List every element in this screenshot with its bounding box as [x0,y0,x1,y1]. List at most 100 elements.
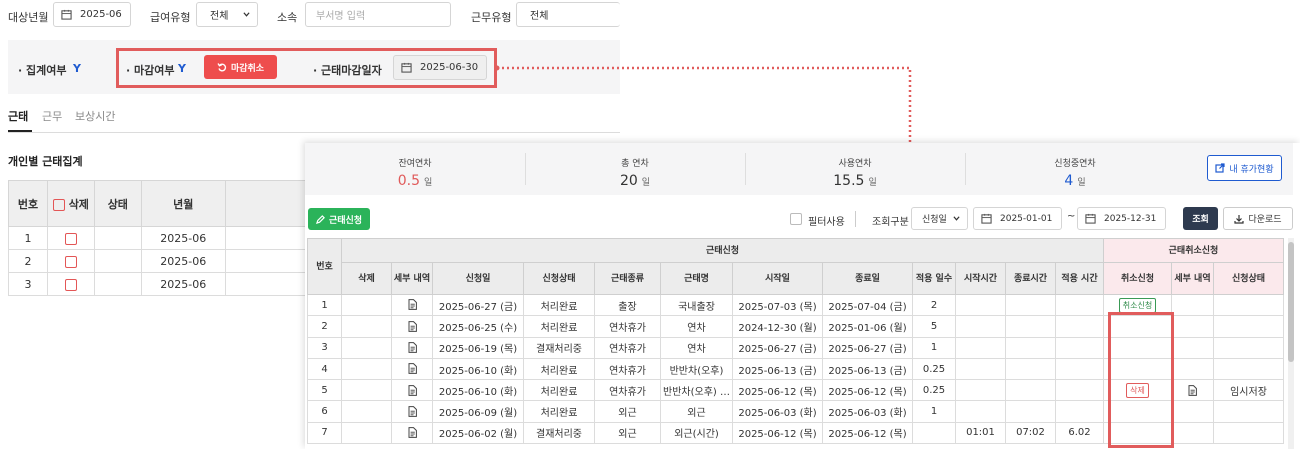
date-to-field[interactable]: 2025-12-31 [1077,207,1166,230]
cell-detail [391,379,433,402]
cell-delete [46,226,95,250]
cell-delete [341,336,392,359]
cell-month: 2025-06 [140,226,226,250]
cell-start-time [955,315,1006,338]
cell-days: 0.25 [912,379,956,402]
summary-pending: 신청중연차 4 일 [1054,159,1096,189]
cell-start-time [955,357,1006,381]
cell-delete [341,421,392,445]
my-leave-status-button[interactable]: 내 휴가현황 [1207,155,1282,181]
summary-remaining-value: 0.5 [397,173,420,189]
cell-no: 2 [8,249,48,273]
summary-used-value: 15.5 [833,173,865,189]
document-icon[interactable] [408,405,417,417]
cell-end-date: 2025-01-06 (월) [822,315,913,338]
filter-checkbox[interactable] [790,213,802,225]
cell-end-time [1005,336,1056,359]
tab-attendance[interactable]: 근태 [8,108,28,124]
summary-used: 사용연차 15.5 일 [833,159,877,189]
cell-start-time [955,336,1006,359]
tab-compensation[interactable]: 보상시간 [75,108,115,124]
cell-no: 4 [307,357,342,381]
cell-type: 출장 [594,293,661,317]
external-link-icon [1215,163,1225,173]
cell-cancel-status [1213,315,1284,338]
cell-start-date: 2025-07-03 (목) [732,293,823,317]
summary-total-value: 20 [619,173,638,189]
cell-cancel-detail [1171,379,1214,402]
cell-month: 2025-06 [140,249,226,273]
col-header-delete: 삭제 [341,262,392,295]
cell-days: 1 [912,400,956,423]
row-checkbox[interactable] [64,232,77,245]
cell-delete [341,400,392,423]
cell-end-date: 2025-06-03 (화) [822,400,913,423]
cell-delete [46,272,95,296]
cell-cancel-detail [1171,293,1214,317]
table-scrollbar[interactable] [1288,238,1294,449]
cell-no: 1 [307,293,342,317]
col-header-days: 적용 일수 [912,262,956,295]
cell-delete [341,293,392,317]
cell-cancel-detail [1171,336,1214,359]
col-header-end-date: 종료일 [822,262,913,295]
date-from-field[interactable]: 2025-01-01 [973,207,1062,230]
cell-cancel-detail [1171,400,1214,423]
document-icon[interactable] [408,299,417,311]
tab-work[interactable]: 근무 [42,108,62,124]
row-checkbox[interactable] [64,255,77,268]
cell-request-status: 처리완료 [523,293,595,317]
cell-end-date: 2025-06-12 (목) [822,379,913,402]
download-button[interactable]: 다운로드 [1223,207,1293,230]
cell-hours [1055,400,1104,423]
cell-end-time: 07:02 [1005,421,1056,445]
toolbar-divider [855,211,856,227]
document-icon[interactable] [408,342,417,353]
document-icon[interactable] [1188,384,1197,396]
cell-request-status: 처리완료 [523,315,595,338]
cell-detail [391,357,433,381]
row-checkbox[interactable] [64,278,77,291]
cell-end-time [1005,379,1056,402]
cell-status [93,226,142,250]
document-icon[interactable] [408,384,417,396]
cell-days [912,421,956,445]
cell-cancel-status [1213,421,1284,445]
cell-start-time: 01:01 [955,421,1006,445]
cell-name: 외근 [660,400,733,423]
cell-request-status: 처리완료 [523,357,595,381]
download-icon [1234,214,1245,224]
col-header-delete: 삭제 [46,180,95,227]
cell-type: 연차휴가 [594,357,661,381]
cell-request-date: 2025-06-25 (수) [432,315,524,338]
apply-attendance-button[interactable]: 근태신청 [308,208,370,230]
cell-delete [341,315,392,338]
cell-month: 2025-06 [140,272,226,296]
document-icon[interactable] [408,427,417,439]
cell-request-date: 2025-06-09 (월) [432,400,524,423]
cell-no: 7 [307,421,342,445]
search-button[interactable]: 조회 [1183,207,1218,230]
query-type-select[interactable]: 신청일 [911,207,968,230]
col-header-cancel-detail: 세부 내역 [1171,262,1214,295]
cell-start-date: 2025-06-03 (화) [732,400,823,423]
cell-cancel-status [1213,336,1284,359]
cell-request-status: 처리완료 [523,400,595,423]
cell-name: 외근(시간) [660,421,733,445]
cancel-request-button[interactable]: 취소신청 [1118,297,1157,313]
cell-end-date: 2025-06-12 (목) [822,421,913,445]
document-icon[interactable] [408,363,417,375]
col-header-start-time: 시작시간 [955,262,1006,295]
cell-cancel-status [1213,293,1284,317]
document-icon[interactable] [408,320,417,332]
tab-divider [8,132,620,133]
select-all-checkbox[interactable] [52,198,65,211]
cell-hours [1055,315,1104,338]
cell-request-date: 2025-06-10 (화) [432,357,524,381]
col-header-hours: 적용 시간 [1055,262,1104,295]
col-header-no: 번호 [8,180,48,227]
cell-status [93,272,142,296]
calendar-icon [1085,213,1096,224]
cell-request-date: 2025-06-27 (금) [432,293,524,317]
cell-type: 연차휴가 [594,315,661,338]
